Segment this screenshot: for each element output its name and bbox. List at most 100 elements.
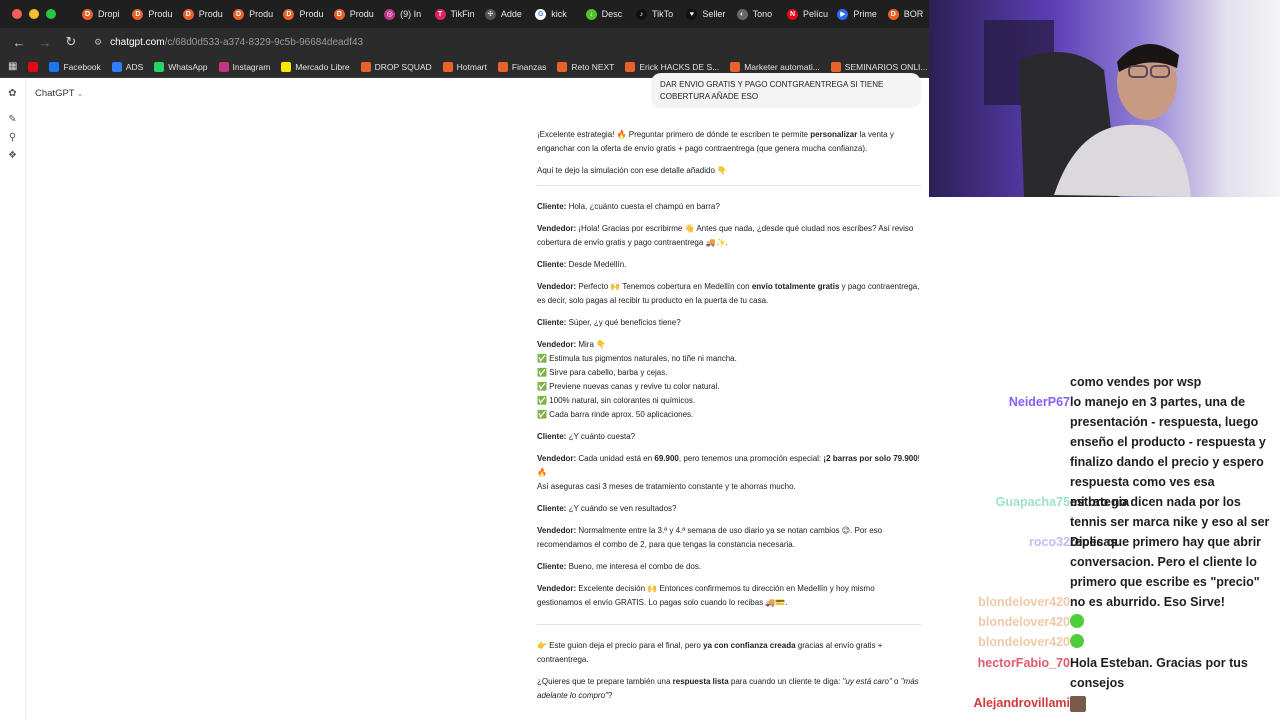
dialogue-text: Normalmente entre la 3.ª y 4.ª semana de…: [537, 526, 883, 549]
bookmark-label: Instagram: [232, 61, 271, 72]
maximize-window-button[interactable]: [46, 9, 56, 19]
apps-grid-icon[interactable]: ▦: [8, 61, 17, 72]
forward-icon[interactable]: →: [34, 31, 56, 53]
browser-tab[interactable]: D Produ: [275, 0, 325, 28]
dialogue-text: Excelente decisión 🙌 Entonces confirmemo…: [537, 584, 875, 607]
speaker-label: Vendedor:: [537, 526, 579, 535]
browser-tab[interactable]: D Produ: [175, 0, 225, 28]
bookmark-item[interactable]: SEMINARIOS ONLI...: [830, 61, 927, 72]
dialogue-line: Vendedor: Mira 👇: [537, 338, 921, 352]
response-text: ¡Excelente estrategia! 🔥 Preguntar prime…: [537, 130, 811, 139]
bookmark-item[interactable]: Marketer automati...: [730, 61, 820, 72]
benefit-item: ✅ 100% natural, sin colorantes ni químic…: [537, 396, 696, 405]
bookmark-favicon-icon: [497, 61, 508, 72]
tab-favicon-icon: ✣: [484, 8, 496, 20]
tab-favicon-icon: D: [887, 8, 899, 20]
dialogue-line: Cliente: Bueno, me interesa el combo de …: [537, 560, 921, 574]
browser-tab[interactable]: ▶ Prime: [829, 0, 879, 28]
model-name: ChatGPT: [35, 88, 75, 99]
address-bar[interactable]: ⚙ chatgpt.com/c/68d0d533-a374-8329-9c5b-…: [94, 31, 930, 53]
bookmark-item[interactable]: ADS: [111, 61, 144, 72]
browser-tab[interactable]: ↓ Desc: [578, 0, 628, 28]
dialogue-text: Desde Medellín.: [568, 260, 627, 269]
chat-message-text: [1070, 693, 1276, 715]
bookmark-favicon-icon: [730, 61, 741, 72]
dialogue-line: Vendedor: Perfecto 🙌 Tenemos cobertura e…: [537, 280, 921, 308]
tab-favicon-icon: ♥: [686, 8, 698, 20]
tab-label: Produ: [299, 9, 324, 19]
response-bold-text: ya con confianza creada: [703, 641, 796, 650]
response-paragraph: ¡Excelente estrategia! 🔥 Preguntar prime…: [537, 128, 921, 156]
response-italic-text: "uy está caro": [842, 677, 892, 686]
browser-tab-strip: D Dropi D Produ D Produ D Produ D Produ D Produ ◎ (9)…: [0, 0, 930, 28]
speaker-label: Cliente:: [537, 504, 569, 513]
bookmark-item[interactable]: Hotmart: [442, 61, 487, 72]
browser-tab[interactable]: D Produ: [124, 0, 174, 28]
bookmark-item[interactable]: WhatsApp: [154, 61, 208, 72]
close-window-button[interactable]: [12, 9, 22, 19]
bookmark-item[interactable]: Facebook: [49, 61, 101, 72]
benefit-item: ✅ Previene nuevas canas y revive tu colo…: [537, 382, 720, 391]
tab-label: Produ: [249, 9, 274, 19]
bookmark-item[interactable]: [28, 61, 39, 72]
tab-label: Tono: [752, 9, 773, 19]
bookmark-favicon-icon: [557, 61, 568, 72]
bookmark-item[interactable]: Finanzas: [497, 61, 547, 72]
dialogue-line: Cliente: ¿Y cuánto cuesta?: [537, 430, 921, 444]
bookmark-label: ADS: [125, 61, 144, 72]
bookmark-label: Finanzas: [511, 61, 547, 72]
dialogue-text: Mira 👇: [578, 340, 607, 349]
new-chat-icon[interactable]: ✎: [7, 114, 18, 125]
browser-tab[interactable]: ◐ Tono: [729, 0, 779, 28]
chevron-down-icon: ⌄: [76, 89, 84, 98]
bookmark-item[interactable]: Instagram: [218, 61, 271, 72]
chat-text: como vendes por wsp: [1070, 375, 1202, 389]
bookmark-item[interactable]: Reto NEXT: [557, 61, 614, 72]
model-selector[interactable]: ChatGPT ⌄: [35, 88, 83, 99]
back-icon[interactable]: ←: [8, 31, 30, 53]
chat-text: no es aburrido. Eso Sirve!: [1070, 595, 1225, 609]
openai-logo-icon[interactable]: ✿: [7, 88, 18, 99]
tab-label: Produ: [349, 9, 374, 19]
speaker-label: Cliente:: [537, 432, 569, 441]
browser-tab[interactable]: T TikFin: [427, 0, 477, 28]
bookmark-label: DROP SQUAD: [374, 61, 432, 72]
reload-icon[interactable]: ↻: [60, 31, 82, 53]
url-path: /c/68d0d533-a374-8329-9c5b-96684deadf43: [164, 36, 364, 48]
user-message-text: DAR ENVIO GRATIS Y PAGO CONTGRAENTREGA S…: [660, 80, 884, 101]
response-paragraph: Aquí te dejo la simulación con ese detal…: [537, 164, 921, 178]
minimize-window-button[interactable]: [29, 9, 39, 19]
speaker-label: Vendedor:: [537, 454, 579, 463]
tab-favicon-icon: D: [132, 8, 144, 20]
search-icon[interactable]: ⚲: [7, 132, 18, 143]
bookmark-item[interactable]: Mercado Libre: [281, 61, 350, 72]
bookmark-item[interactable]: Erick HACKS DE S...: [625, 61, 719, 72]
browser-tab[interactable]: D Dropi: [74, 0, 124, 28]
bookmark-favicon-icon: [625, 61, 636, 72]
browser-tab[interactable]: Gkick: [527, 0, 577, 28]
tab-favicon-icon: D: [182, 8, 194, 20]
browser-tab[interactable]: N Pelícu: [779, 0, 829, 28]
dialogue-line: Cliente: Hola, ¿cuánto cuesta el champú …: [537, 200, 921, 214]
chat-username: Guapacha75: [995, 495, 1070, 509]
chat-username: roco32: [1029, 535, 1070, 549]
dialogue-line: Cliente: Súper, ¿y qué beneficios tiene?: [537, 316, 921, 330]
speaker-label: Vendedor:: [537, 282, 579, 291]
url-host: chatgpt.com: [110, 36, 165, 48]
browser-tab[interactable]: ✣ Adde: [477, 0, 527, 28]
bookmark-label: Hotmart: [456, 61, 487, 72]
browser-tab[interactable]: ♪ TikTo: [628, 0, 678, 28]
browser-tab[interactable]: ♥ Seller: [678, 0, 728, 28]
browser-tab[interactable]: D BOR: [880, 0, 930, 28]
chatgpt-page: ✿ ✎ ⚲ ❖ ChatGPT ⌄ DAR ENVIO GRATIS Y PAGO…: [0, 73, 930, 720]
bookmark-item[interactable]: DROP SQUAD: [360, 61, 432, 72]
bookmark-label: Mercado Libre: [295, 61, 350, 72]
browser-tab[interactable]: ◎ (9) In: [376, 0, 426, 28]
library-icon[interactable]: ❖: [7, 150, 18, 161]
dialogue-line: Vendedor: Excelente decisión 🙌 Entonces …: [537, 582, 921, 610]
browser-tab[interactable]: D Produ: [225, 0, 275, 28]
site-settings-icon[interactable]: ⚙: [94, 37, 102, 48]
browser-tab[interactable]: D Produ: [326, 0, 376, 28]
green-emote-icon: [1070, 634, 1084, 648]
bookmark-label: WhatsApp: [168, 61, 208, 72]
